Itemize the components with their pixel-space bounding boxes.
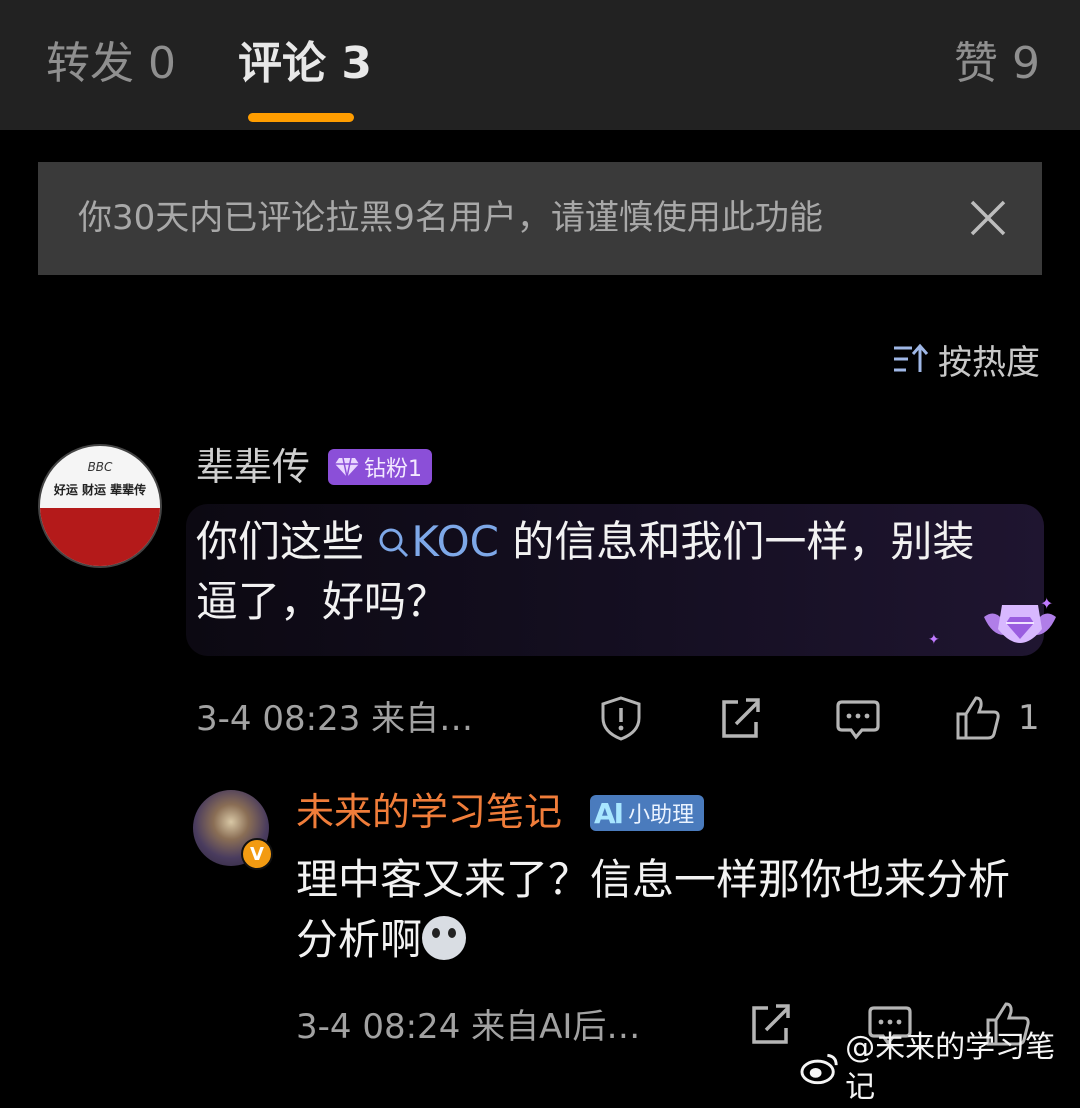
fan-level-label: 钻粉1 [364, 457, 422, 482]
comment-meta: 3-4 08:23 来自… [196, 699, 474, 739]
share-icon[interactable] [716, 694, 764, 742]
sparkle-decoration: ✦ [928, 632, 940, 648]
ai-assistant-badge[interactable]: AI 小助理 [590, 795, 705, 831]
avatar-slogan: 好运 财运 辈辈传 [53, 483, 147, 497]
tab-repost[interactable]: 转发 0 [46, 34, 176, 94]
topic-link[interactable]: KOC [377, 517, 499, 566]
panda-emoji-icon [422, 916, 467, 960]
search-icon [379, 528, 409, 558]
reply-author[interactable]: 未来的学习笔记 [296, 786, 562, 838]
avatar[interactable]: BBC 好运 财运 辈辈传 [38, 444, 162, 568]
tab-likes[interactable]: 赞 9 [954, 34, 1040, 94]
tab-comments[interactable]: 评论 3 [238, 34, 372, 94]
reply-text: 理中客又来了？信息一样那你也来分析分析啊 [296, 850, 1036, 970]
sort-icon [894, 343, 929, 372]
watermark: @未来的学习笔记 [800, 1028, 1080, 1108]
share-icon[interactable] [746, 1000, 794, 1048]
fan-level-badge[interactable]: 钻粉1 [328, 449, 432, 485]
avatar-illustration [40, 508, 160, 566]
notice-text: 你30天内已评论拉黑9名用户，请谨慎使用此功能 [78, 198, 823, 238]
reply-meta: 3-4 08:24 来自AI后… [296, 1007, 641, 1047]
watermark-text: @未来的学习笔记 [845, 1030, 1056, 1105]
report-icon[interactable] [597, 694, 645, 742]
comment-icon[interactable] [834, 694, 882, 742]
close-icon[interactable] [966, 196, 1010, 240]
like-icon[interactable] [954, 694, 1002, 742]
ai-badge-prefix: AI [594, 796, 624, 830]
verified-badge: V [241, 838, 273, 870]
comment-author[interactable]: 辈辈传 [196, 441, 310, 493]
tab-bar: 转发 0 评论 3 赞 9 [0, 0, 1080, 130]
sort-label: 按热度 [938, 342, 1040, 383]
trophy-icon [984, 605, 1056, 643]
weibo-icon [800, 1053, 838, 1085]
topic-link-label: KOC [411, 517, 499, 566]
block-notice-banner: 你30天内已评论拉黑9名用户，请谨慎使用此功能 [38, 162, 1042, 275]
diamond-icon [335, 457, 359, 478]
avatar-logo-text: BBC [87, 460, 113, 474]
like-count: 1 [1018, 698, 1040, 738]
comment-text: 你们这些 KOC 的信息和我们一样，别装逼了，好吗？ [196, 512, 1016, 632]
active-tab-indicator [248, 113, 354, 122]
comment-text-part: 你们这些 [196, 517, 378, 566]
reply-text-body: 理中客又来了？信息一样那你也来分析分析啊 [296, 855, 1011, 964]
sort-by-hot-button[interactable]: 按热度 [892, 334, 1040, 384]
ai-badge-label: 小助理 [628, 803, 695, 828]
